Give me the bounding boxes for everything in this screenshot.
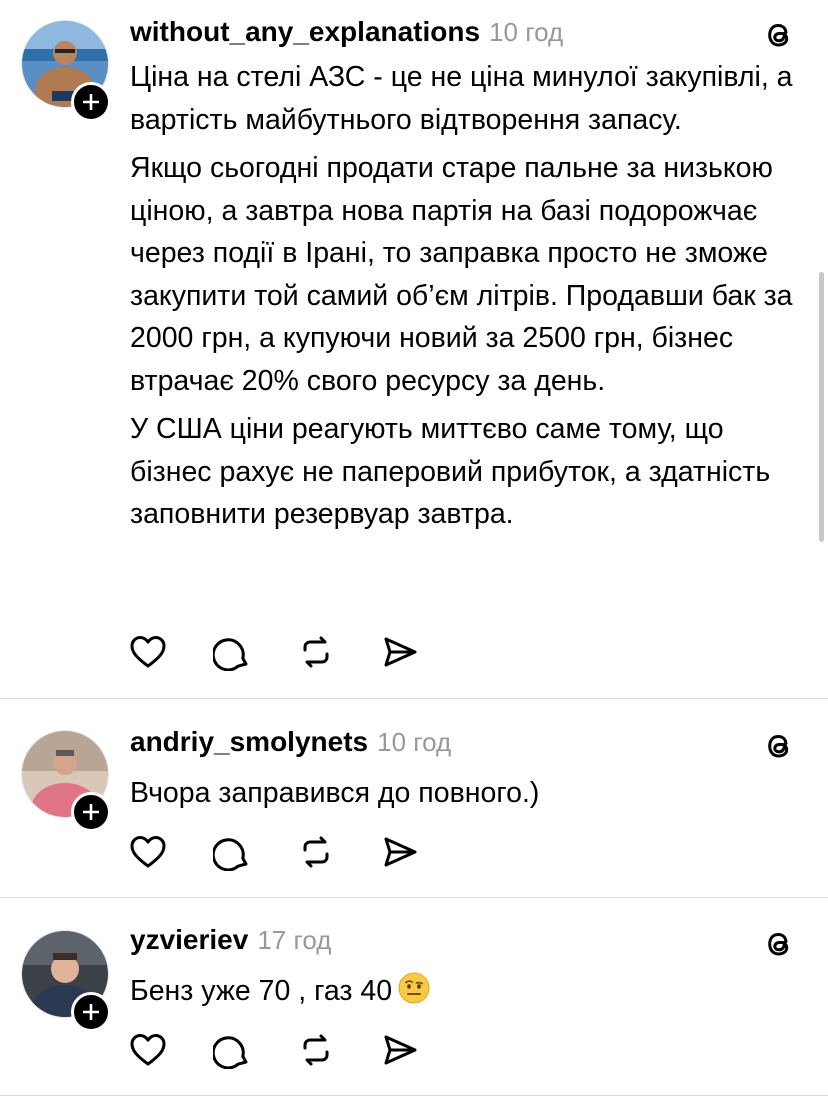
scrollbar[interactable] [819,272,824,542]
avatar-container[interactable] [21,730,111,832]
like-button[interactable] [128,632,168,672]
like-button[interactable] [128,832,168,872]
follow-button[interactable] [71,992,111,1032]
plus-icon [83,94,99,110]
post-header: without_any_explanations 10 год [130,16,563,56]
avatar-container[interactable] [21,930,111,1032]
repost-icon [303,1034,329,1066]
post-text: Вчора заправився до повного.) [130,772,800,821]
repost-button[interactable] [296,1030,336,1070]
plus-icon [83,1004,99,1020]
share-button[interactable] [380,832,420,872]
heart-icon [130,836,166,868]
reply-button[interactable] [212,832,252,872]
username[interactable]: andriy_smolynets [130,726,368,758]
post-paragraph: Ціна на стелі АЗС - це не ціна минулої з… [130,61,793,136]
username[interactable]: yzvieriev [130,924,248,956]
share-button[interactable] [380,1030,420,1070]
threads-icon[interactable] [762,927,796,961]
reply-button[interactable] [212,632,252,672]
heart-icon [130,1034,166,1066]
divider [0,897,828,898]
comment-icon [213,838,248,871]
post-time: 10 год [377,727,452,757]
threads-icon[interactable] [762,18,796,52]
username[interactable]: without_any_explanations [130,16,480,48]
divider [0,1095,828,1096]
divider [0,698,828,699]
post-time: 10 год [489,17,564,47]
post-actions [128,1030,464,1070]
plus-icon [83,804,99,820]
post-paragraph: Бенз уже 70 , газ 40 [130,970,800,1013]
send-icon [384,637,417,667]
reply-button[interactable] [212,1030,252,1070]
repost-icon [303,836,329,868]
post-paragraph: Вчора заправився до повного.) [130,777,540,809]
post-paragraph-text: Бенз уже 70 , газ 40 [130,975,393,1007]
face-with-raised-eyebrow-icon [398,972,430,1004]
post-actions [128,632,464,672]
post-time: 17 год [257,925,332,955]
comment-icon [213,1036,248,1069]
follow-button[interactable] [71,82,111,122]
post-paragraph: У США ціни реагують миттєво саме тому, щ… [130,413,771,530]
post-text: Ціна на стелі АЗС - це не ціна минулої з… [130,56,800,542]
post-header: yzvieriev 17 год [130,924,331,964]
post-paragraph: Якщо сьогодні продати старе пальне за ни… [130,152,793,397]
like-button[interactable] [128,1030,168,1070]
follow-button[interactable] [71,792,111,832]
threads-icon[interactable] [762,729,796,763]
avatar-container[interactable] [21,20,111,122]
comment-icon [213,638,248,671]
share-button[interactable] [380,632,420,672]
send-icon [384,1035,417,1065]
post-text: Бенз уже 70 , газ 40 [130,970,800,1019]
post-actions [128,832,464,872]
post-header: andriy_smolynets 10 год [130,726,451,766]
send-icon [384,837,417,867]
repost-button[interactable] [296,632,336,672]
repost-button[interactable] [296,832,336,872]
repost-icon [303,636,329,668]
heart-icon [130,636,166,668]
